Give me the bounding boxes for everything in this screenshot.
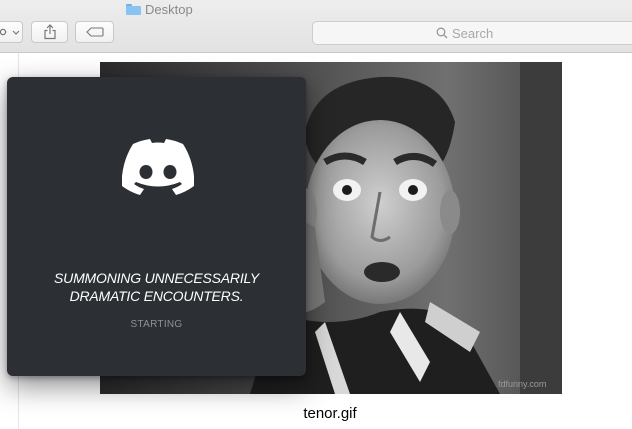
search-icon (436, 27, 448, 39)
window-title: Desktop (126, 1, 193, 17)
gear-icon (0, 28, 7, 36)
finder-toolbar: Desktop (0, 0, 632, 53)
share-button[interactable] (31, 21, 68, 43)
chevron-down-icon (12, 30, 20, 35)
discord-splash-window: SUMMONING UNNECESSARILY DRAMATIC ENCOUNT… (7, 77, 306, 376)
screen: Desktop Search fdfunny.com tenor.gif SUM… (0, 0, 632, 429)
splash-headline: SUMMONING UNNECESSARILY DRAMATIC ENCOUNT… (27, 269, 286, 305)
splash-headline-line1: SUMMONING UNNECESSARILY (54, 270, 259, 286)
splash-status: STARTING (130, 319, 183, 330)
file-name-label: tenor.gif (303, 405, 357, 422)
folder-icon (126, 3, 141, 15)
share-icon (44, 24, 56, 40)
view-options-button[interactable] (0, 21, 23, 43)
search-field[interactable] (312, 21, 632, 45)
discord-logo-icon (122, 139, 194, 195)
window-title-label: Desktop (145, 1, 193, 17)
tag-icon (86, 27, 104, 37)
splash-headline-line2: DRAMATIC ENCOUNTERS. (69, 288, 244, 304)
search-input[interactable] (452, 25, 632, 41)
svg-text:fdfunny.com: fdfunny.com (498, 379, 546, 389)
tags-button[interactable] (75, 21, 114, 43)
